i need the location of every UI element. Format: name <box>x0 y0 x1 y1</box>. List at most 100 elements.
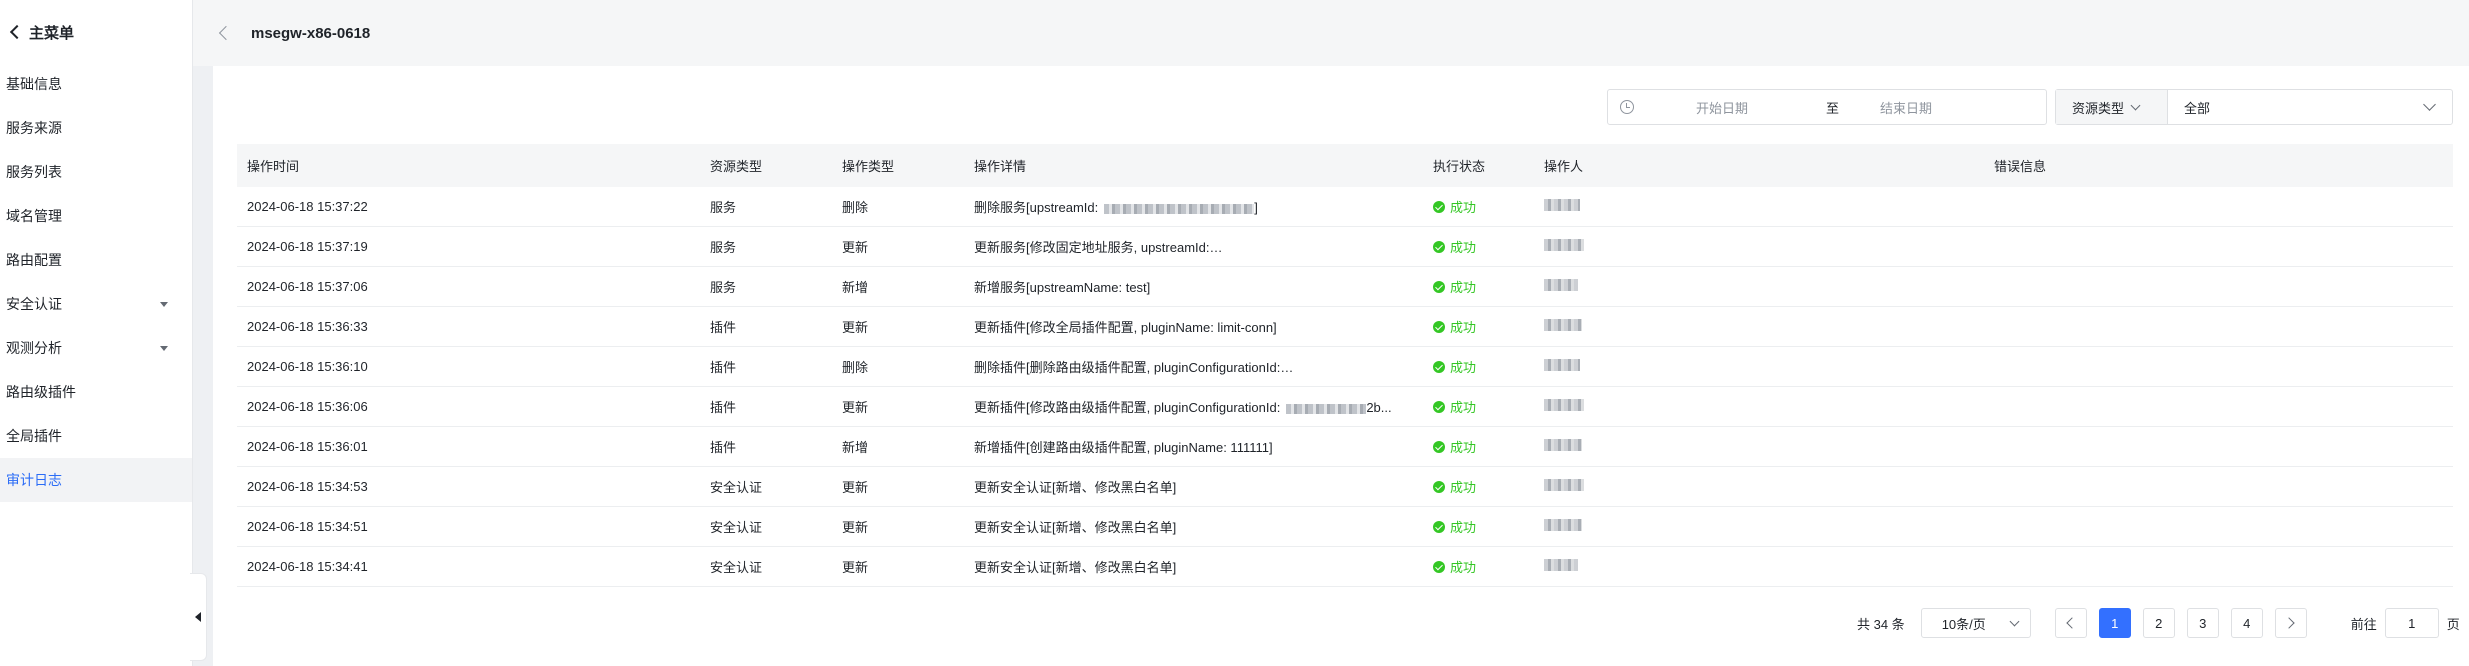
sidebar-item-label: 路由配置 <box>6 252 62 268</box>
next-page-button[interactable] <box>2274 608 2307 638</box>
cell-resource-type: 服务 <box>710 280 737 295</box>
status-badge: 成功 <box>1433 197 1534 216</box>
chevron-down-icon[interactable] <box>2423 98 2436 111</box>
detail-text: 更新插件[修改全局插件配置, pluginName: limit-conn] <box>974 320 1277 335</box>
success-check-icon <box>1433 560 1445 573</box>
table-row: 2024-06-18 15:34:41 安全认证 更新 更新安全认证[新增、修改黑白名… <box>237 547 2453 587</box>
main-menu-label: 主菜单 <box>29 24 75 42</box>
cell-operation-detail: 删除插件[删除路由级插件配置, pluginConfigurationId:..… <box>964 357 1423 376</box>
cell-resource-type: 安全认证 <box>710 520 763 535</box>
cell-operation-type: 更新 <box>842 240 869 255</box>
cell-time: 2024-06-18 15:36:01 <box>247 439 368 454</box>
sidebar-collapse-toggle[interactable] <box>190 573 207 661</box>
cell-time: 2024-06-18 15:34:53 <box>247 479 368 494</box>
page-number-button[interactable]: 1 <box>2098 608 2131 638</box>
page-number-list: 1234 <box>2098 608 2275 638</box>
status-text: 成功 <box>1450 200 1477 215</box>
status-badge: 成功 <box>1433 317 1534 336</box>
cell-time: 2024-06-18 15:36:10 <box>247 359 368 374</box>
success-check-icon <box>1433 280 1445 293</box>
redacted-operator <box>1544 399 1584 411</box>
sidebar-item-label: 路由级插件 <box>6 384 76 400</box>
cell-operation-type: 删除 <box>842 200 869 215</box>
chevron-left-icon <box>2066 617 2078 629</box>
page-number-button[interactable]: 3 <box>2186 608 2219 638</box>
success-check-icon <box>1433 400 1445 413</box>
sidebar-item[interactable]: 安全认证 <box>0 282 192 326</box>
sidebar-item[interactable]: 服务列表 <box>0 150 192 194</box>
page-number-button[interactable]: 2 <box>2142 608 2175 638</box>
sidebar: 主菜单 基础信息服务来源 服务列表域名管理路由配置安全认证观测分析路由级插件全局插… <box>0 0 193 666</box>
table-row: 2024-06-18 15:34:51 安全认证 更新 更新安全认证[新增、修改黑白名… <box>237 507 2453 547</box>
cell-status: 成功 <box>1423 477 1534 496</box>
sidebar-item-label: 基础信息 <box>6 76 62 92</box>
status-text: 成功 <box>1450 320 1477 335</box>
main-menu-back-button[interactable]: 主菜单 <box>9 18 75 46</box>
sidebar-item[interactable]: 审计日志 <box>0 458 192 502</box>
cell-operator <box>1534 359 1984 374</box>
resource-type-label-select[interactable]: 资源类型 <box>2056 90 2168 124</box>
chevron-down-icon <box>2009 616 2020 626</box>
sidebar-item[interactable]: 基础信息 <box>0 62 192 106</box>
sidebar-item-label: 域名管理 <box>6 208 62 224</box>
resource-type-filter: 资源类型 全部 <box>2055 89 2453 125</box>
end-date-input[interactable]: 结束日期 <box>1880 98 2000 117</box>
sidebar-item[interactable]: 域名管理 <box>0 194 192 238</box>
redacted-operator <box>1544 559 1578 571</box>
cell-time: 2024-06-18 15:36:06 <box>247 399 368 414</box>
cell-time: 2024-06-18 15:36:33 <box>247 319 368 334</box>
cell-resource-type: 插件 <box>710 320 737 335</box>
cell-operator <box>1534 319 1984 334</box>
detail-text: 更新服务[修改固定地址服务, upstreamId: <box>974 240 1210 255</box>
column-header: 资源类型 <box>710 159 763 174</box>
page-number-button[interactable]: 4 <box>2230 608 2263 638</box>
sidebar-item[interactable]: 观测分析 <box>0 326 192 370</box>
cell-time: 2024-06-18 15:37:22 <box>247 199 368 214</box>
back-arrow-icon[interactable] <box>218 25 234 41</box>
status-badge: 成功 <box>1433 557 1534 576</box>
goto-page-input[interactable] <box>2384 608 2439 638</box>
table-row: 2024-06-18 15:36:06 插件 更新 更新插件[修改路由级插件配置, p… <box>237 387 2453 427</box>
sidebar-item-label: 审计日志 <box>6 472 62 488</box>
status-badge: 成功 <box>1433 477 1534 496</box>
date-range-picker[interactable]: 开始日期 至 结束日期 <box>1607 89 2047 125</box>
prev-page-button[interactable] <box>2054 608 2087 638</box>
detail-tail: ] <box>1254 200 1258 215</box>
sidebar-item[interactable]: 路由配置 <box>0 238 192 282</box>
cell-resource-type: 插件 <box>710 360 737 375</box>
redacted-operator <box>1544 359 1580 371</box>
cell-resource-type: 插件 <box>710 400 737 415</box>
detail-text: 删除插件[删除路由级插件配置, pluginConfigurationId: <box>974 360 1281 375</box>
cell-operation-detail: 更新插件[修改全局插件配置, pluginName: limit-conn] <box>964 317 1423 336</box>
goto-label: 前往 <box>2350 616 2377 632</box>
redacted-operator <box>1544 439 1582 451</box>
page-size-select[interactable]: 10条/页 <box>1920 608 2031 638</box>
redacted-id <box>1104 203 1255 214</box>
status-text: 成功 <box>1450 560 1477 575</box>
detail-tail: 2b... <box>1366 400 1392 415</box>
status-text: 成功 <box>1450 520 1477 535</box>
start-date-input[interactable]: 开始日期 <box>1696 98 1826 117</box>
cell-operation-type: 删除 <box>842 360 869 375</box>
table-body: 2024-06-18 15:37:22 服务 删除 删除服务[upstreamId:]… <box>237 187 2453 587</box>
cell-status: 成功 <box>1423 197 1534 216</box>
status-badge: 成功 <box>1433 397 1534 416</box>
sidebar-item[interactable]: 路由级插件 <box>0 370 192 414</box>
sidebar-item[interactable]: 服务来源 <box>0 106 192 150</box>
cell-operation-type: 更新 <box>842 560 869 575</box>
resource-type-select[interactable]: 全部 <box>2168 98 2425 117</box>
cell-status: 成功 <box>1423 357 1534 376</box>
resource-type-label: 资源类型 <box>2072 100 2125 116</box>
cell-operation-type: 新增 <box>842 280 869 295</box>
pagination: 共 34 条 10条/页 1234 前往 页 <box>1857 607 2460 639</box>
cell-status: 成功 <box>1423 437 1534 456</box>
cell-operation-type: 更新 <box>842 400 869 415</box>
sidebar-item-label: 安全认证 <box>6 296 62 312</box>
detail-text: 更新插件[修改路由级插件配置, pluginConfigurationId: <box>974 400 1281 415</box>
cell-time: 2024-06-18 15:37:19 <box>247 239 368 254</box>
redacted-id <box>1215 243 1423 254</box>
cell-operation-detail: 新增服务[upstreamName: test] <box>964 277 1423 296</box>
cell-operation-detail: 更新安全认证[新增、修改黑白名单] <box>964 477 1423 496</box>
cell-operator <box>1534 439 1984 454</box>
sidebar-item[interactable]: 全局插件 <box>0 414 192 458</box>
